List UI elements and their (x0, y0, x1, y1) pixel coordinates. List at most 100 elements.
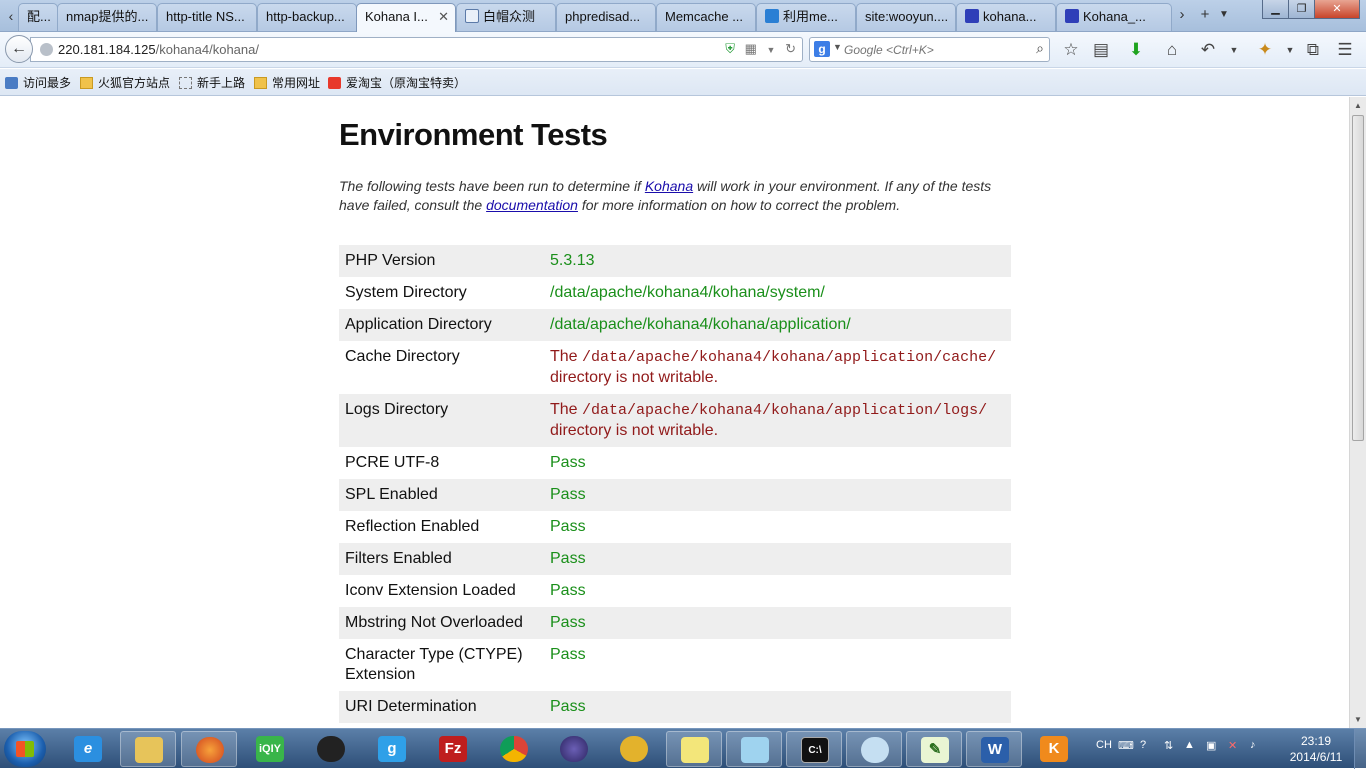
tab-9[interactable]: site:wooyun.... (856, 3, 956, 31)
volume-icon[interactable]: ♪ (1250, 739, 1256, 751)
url-text[interactable]: 220.181.184.125/kohana4/kohana/ (58, 42, 259, 57)
back-button[interactable]: ← (5, 35, 33, 63)
bookmark-common-sites[interactable]: 常用网址 (254, 74, 320, 91)
taskbar-iqiyi[interactable]: iQIY (242, 731, 298, 767)
test-result: Pass (550, 646, 586, 663)
home-icon[interactable]: ⌂ (1161, 39, 1183, 61)
kohana-link[interactable]: Kohana (645, 178, 693, 194)
taskbar-cmd[interactable]: C:\ (786, 731, 842, 767)
tab-0[interactable]: 配... (18, 3, 58, 31)
taskbar-explorer[interactable] (120, 731, 176, 767)
taskbar-app[interactable]: K (1026, 731, 1082, 767)
bookmark-getting-started[interactable]: 新手上路 (179, 74, 245, 91)
close-window-icon[interactable]: ✕ (1314, 0, 1360, 19)
search-bar[interactable]: g ▼ ⌕ (809, 37, 1050, 62)
tab-11[interactable]: Kohana_... (1056, 3, 1172, 31)
scroll-up-icon[interactable]: ▲ (1350, 97, 1366, 114)
taskbar-input-method[interactable]: g (364, 731, 420, 767)
system-clock[interactable]: 23:19 2014/6/11 (1284, 733, 1348, 765)
dropdown-arrow-icon[interactable]: ▼ (767, 45, 776, 55)
iqiyi-icon: iQIY (256, 736, 284, 762)
taskbar-notepadpp[interactable]: ✎ (906, 731, 962, 767)
help-icon[interactable]: ? (1140, 739, 1146, 751)
test-result: Pass (544, 479, 1011, 511)
table-row: Application Directory /data/apache/kohan… (339, 309, 1011, 341)
windows-taskbar: e iQIY g Fz C:\ ✎ W K CH ⌨ ? ⇅ ▲ ▣ ✕ ♪ 2… (0, 728, 1366, 769)
extension-icon[interactable]: ✦ (1254, 39, 1276, 61)
qr-code-icon[interactable]: ▦ (745, 41, 757, 56)
taskbar-eclipse[interactable] (546, 731, 602, 767)
shield-icon[interactable]: ⛨ (725, 41, 735, 56)
restore-icon[interactable]: ❐ (1288, 0, 1315, 19)
minimize-icon[interactable]: ▁ (1262, 0, 1289, 19)
tab-6[interactable]: phpredisad... (556, 3, 656, 31)
tab-list-icon[interactable]: ▼ (1216, 4, 1232, 26)
bookmark-most-visited[interactable]: 访问最多 (5, 74, 71, 91)
taskbar-sticky-notes[interactable] (666, 731, 722, 767)
tab-label: Memcache ... (665, 9, 744, 24)
download-icon[interactable]: ⬇ (1125, 39, 1147, 61)
tab-7[interactable]: Memcache ... (656, 3, 756, 31)
address-bar[interactable]: 220.181.184.125/kohana4/kohana/ ⛨ ▦ ▼ ↻ (30, 37, 803, 62)
taskbar-qq[interactable] (303, 731, 359, 767)
tab-1[interactable]: nmap提供的... (57, 3, 157, 31)
tab-5[interactable]: 白帽众测 (456, 3, 556, 31)
test-label: Filters Enabled (339, 543, 544, 575)
tab-3[interactable]: http-backup... (257, 3, 357, 31)
fail-suffix: directory is not writable. (550, 422, 719, 439)
taskbar-word[interactable]: W (966, 731, 1022, 767)
show-hidden-icons[interactable]: ▲ (1184, 739, 1195, 751)
taskbar-ie[interactable]: e (60, 731, 116, 767)
tab-8[interactable]: 利用me... (756, 3, 856, 31)
folder-icon (135, 737, 163, 763)
qq-icon (620, 736, 648, 762)
menu-icon[interactable]: ☰ (1334, 39, 1356, 61)
google-icon[interactable]: g (814, 41, 830, 57)
table-row: SPL Enabled Pass (339, 479, 1011, 511)
chevron-down-icon[interactable]: ▼ (1223, 39, 1245, 61)
taskbar-chrome[interactable] (486, 731, 542, 767)
bookmarks-list-icon[interactable]: ▤ (1090, 39, 1112, 61)
show-desktop-button[interactable] (1354, 729, 1366, 769)
taskbar-qq-chat[interactable] (606, 731, 662, 767)
vertical-scrollbar[interactable]: ▲ ▼ (1349, 97, 1366, 728)
bookmark-ai-taobao[interactable]: 爱淘宝（原淘宝特卖） (328, 74, 466, 91)
start-button[interactable] (4, 731, 46, 767)
device-icon[interactable]: ▣ (1206, 739, 1216, 752)
scrollbar-thumb[interactable] (1352, 115, 1364, 441)
taskbar-filezilla[interactable]: Fz (425, 731, 481, 767)
network-icon[interactable]: ⇅ (1164, 739, 1173, 752)
new-tab-icon[interactable]: + (1194, 4, 1216, 26)
search-input[interactable] (844, 41, 1024, 59)
close-tab-icon[interactable]: ✕ (438, 4, 449, 30)
chevron-down-icon[interactable]: ▼ (1279, 39, 1301, 61)
filezilla-icon: Fz (439, 736, 467, 762)
network-error-icon[interactable]: ✕ (1228, 739, 1237, 752)
chevron-down-icon[interactable]: ▼ (833, 42, 842, 52)
keyboard-icon[interactable]: ⌨ (1118, 739, 1134, 752)
test-result: Pass (550, 582, 586, 599)
test-label: Iconv Extension Loaded (345, 582, 516, 599)
taskbar-firefox[interactable] (181, 731, 237, 767)
tab-4-active[interactable]: Kohana I... ✕ (356, 3, 456, 32)
url-host: 220.181.184.125 (58, 42, 156, 57)
search-icon[interactable]: ⌕ (1036, 40, 1044, 57)
tab-10[interactable]: kohana... (956, 3, 1056, 31)
tab-label: 配... (27, 9, 51, 24)
tab-2[interactable]: http-title NS... (157, 3, 257, 31)
bookmark-firefox-site[interactable]: 火狐官方站点 (80, 74, 170, 91)
fail-path: /data/apache/kohana4/kohana/application/… (582, 402, 988, 419)
screenshot-icon[interactable]: ⧉ (1302, 39, 1324, 61)
bookmark-star-icon[interactable]: ☆ (1060, 39, 1082, 61)
undo-close-tab-icon[interactable]: ↶ (1197, 39, 1219, 61)
reload-icon[interactable]: ↻ (785, 41, 796, 56)
scroll-down-icon[interactable]: ▼ (1350, 711, 1366, 728)
test-label: PHP Version (339, 245, 544, 277)
test-result: Pass (544, 607, 1011, 639)
taskbar-viewer[interactable] (846, 731, 902, 767)
documentation-link[interactable]: documentation (486, 197, 578, 213)
tab-scroll-right-icon[interactable]: › (1174, 4, 1190, 26)
table-row: Logs Directory The /data/apache/kohana4/… (339, 394, 1011, 447)
language-indicator[interactable]: CH (1096, 739, 1112, 751)
taskbar-app-window[interactable] (726, 731, 782, 767)
